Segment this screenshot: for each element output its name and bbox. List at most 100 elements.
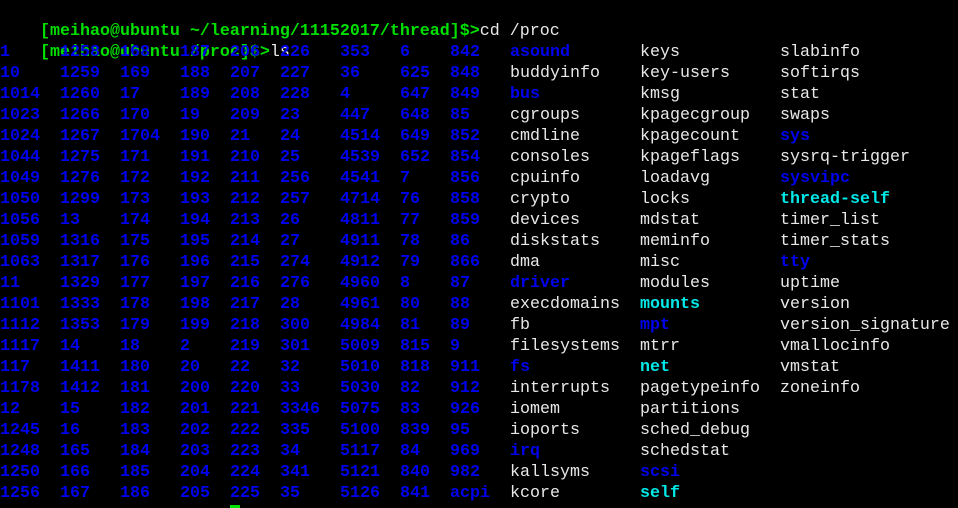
ls-entry-directory: 1266 xyxy=(60,106,100,125)
ls-entry-directory: 174 xyxy=(120,211,150,230)
ls-entry-file: dma xyxy=(510,253,540,272)
ls-entry-directory: 117 xyxy=(0,358,30,377)
ls-entry-file: kallsyms xyxy=(510,463,590,482)
ls-entry-directory: 912 xyxy=(450,379,480,398)
ls-entry-directory: 257 xyxy=(280,190,310,209)
ls-entry-directory: 177 xyxy=(120,274,150,293)
ls-entry-directory: 1704 xyxy=(120,127,160,146)
ls-entry-directory: 11 xyxy=(0,274,20,293)
ls-entry-directory: 856 xyxy=(450,169,480,188)
ls-entry-directory: 24 xyxy=(280,127,300,146)
ls-entry-directory: 5075 xyxy=(340,400,380,419)
ls-entry-directory: 218 xyxy=(230,316,260,335)
ls-entry-directory: 21 xyxy=(230,127,250,146)
ls-entry-directory: 82 xyxy=(400,379,420,398)
ls-entry-file: keys xyxy=(640,43,680,62)
ls-entry-directory: tty xyxy=(780,253,810,272)
ls-entry-directory: driver xyxy=(510,274,570,293)
ls-entry-directory: 1248 xyxy=(0,442,40,461)
ls-entry-directory: 1063 xyxy=(0,253,40,272)
ls-entry-directory: scsi xyxy=(640,463,680,482)
ls-entry-directory: 6 xyxy=(400,43,410,62)
ls-entry-directory: 859 xyxy=(450,211,480,230)
ls-entry-directory: 5126 xyxy=(340,484,380,503)
ls-entry-directory: fs xyxy=(510,358,530,377)
ls-entry-directory: 1056 xyxy=(0,211,40,230)
ls-entry-directory: 969 xyxy=(450,442,480,461)
ls-entry-file: timer_stats xyxy=(780,232,890,251)
ls-entry-file: kmsg xyxy=(640,85,680,104)
ls-entry-directory: 221 xyxy=(230,400,260,419)
ls-entry-symlink: mounts xyxy=(640,295,700,314)
ls-entry-symlink: thread-self xyxy=(780,190,890,209)
ls-entry-directory: 866 xyxy=(450,253,480,272)
ls-entry-file: vmallocinfo xyxy=(780,337,890,356)
ls-entry-directory: 1044 xyxy=(0,148,40,167)
ls-entry-file: fb xyxy=(510,316,530,335)
ls-entry-directory: 215 xyxy=(230,253,260,272)
ls-entry-directory: 1117 xyxy=(0,337,40,356)
ls-entry-directory: 300 xyxy=(280,316,310,335)
ls-entry-file: zoneinfo xyxy=(780,379,860,398)
ls-entry-directory: 8 xyxy=(400,274,410,293)
ls-entry-directory: 1259 xyxy=(60,64,100,83)
ls-entry-directory: 12 xyxy=(0,400,20,419)
ls-entry-directory: 212 xyxy=(230,190,260,209)
ls-entry-file: devices xyxy=(510,211,580,230)
ls-entry-directory: 85 xyxy=(450,106,470,125)
ls-entry-directory: 23 xyxy=(280,106,300,125)
ls-entry-directory: 191 xyxy=(180,148,210,167)
ls-entry-directory: 4514 xyxy=(340,127,380,146)
ls-entry-directory: 79 xyxy=(400,253,420,272)
ls-entry-directory: 4539 xyxy=(340,148,380,167)
ls-entry-file: interrupts xyxy=(510,379,610,398)
ls-entry-directory: 199 xyxy=(180,316,210,335)
ls-entry-directory: 216 xyxy=(230,274,260,293)
ls-entry-directory: 1276 xyxy=(60,169,100,188)
ls-entry-directory: 27 xyxy=(280,232,300,251)
prompt-line-2: [meihao@ubuntu /proc]$>ls xyxy=(0,21,290,62)
ls-entry-directory: sysvipc xyxy=(780,169,850,188)
ls-entry-directory: 185 xyxy=(120,463,150,482)
ls-entry-directory: 17 xyxy=(120,85,140,104)
ls-entry-directory: 1258 xyxy=(60,43,100,62)
command-text: cd /proc xyxy=(479,22,560,41)
ls-entry-directory: 15 xyxy=(60,400,80,419)
ls-entry-file: ioports xyxy=(510,421,580,440)
ls-entry-directory: 341 xyxy=(280,463,310,482)
ls-entry-directory: 1256 xyxy=(0,484,40,503)
ls-entry-directory: 178 xyxy=(120,295,150,314)
ls-entry-directory: 184 xyxy=(120,442,150,461)
ls-entry-directory: 1329 xyxy=(60,274,100,293)
ls-entry-directory: 911 xyxy=(450,358,480,377)
ls-entry-directory: 213 xyxy=(230,211,260,230)
ls-entry-directory: 86 xyxy=(450,232,470,251)
ls-entry-directory: 1316 xyxy=(60,232,100,251)
ls-entry-directory: 5100 xyxy=(340,421,380,440)
ls-entry-directory: 207 xyxy=(230,64,260,83)
ls-entry-directory: 4811 xyxy=(340,211,380,230)
ls-entry-file: diskstats xyxy=(510,232,600,251)
ls-entry-directory: 192 xyxy=(180,169,210,188)
ls-entry-directory: sys xyxy=(780,127,810,146)
ls-entry-directory: 172 xyxy=(120,169,150,188)
ls-entry-directory: 16 xyxy=(60,421,80,440)
ls-entry-directory: 10 xyxy=(0,64,20,83)
ls-entry-file: slabinfo xyxy=(780,43,860,62)
ls-entry-directory: 14 xyxy=(60,337,80,356)
ls-entry-file: timer_list xyxy=(780,211,880,230)
ls-entry-directory: 1412 xyxy=(60,379,100,398)
ls-entry-directory: 95 xyxy=(450,421,470,440)
ls-entry-directory: 1024 xyxy=(0,127,40,146)
ls-entry-directory: 194 xyxy=(180,211,210,230)
ls-entry-directory: asound xyxy=(510,43,570,62)
ls-entry-directory: 84 xyxy=(400,442,420,461)
ls-entry-directory: 206 xyxy=(230,43,260,62)
ls-entry-file: misc xyxy=(640,253,680,272)
ls-entry-directory: 4 xyxy=(340,85,350,104)
ls-entry-directory: 169 xyxy=(120,64,150,83)
ls-entry-directory: 210 xyxy=(230,148,260,167)
ls-entry-directory: 2 xyxy=(180,337,190,356)
ls-entry-directory: 447 xyxy=(340,106,370,125)
ls-entry-directory: 858 xyxy=(450,190,480,209)
